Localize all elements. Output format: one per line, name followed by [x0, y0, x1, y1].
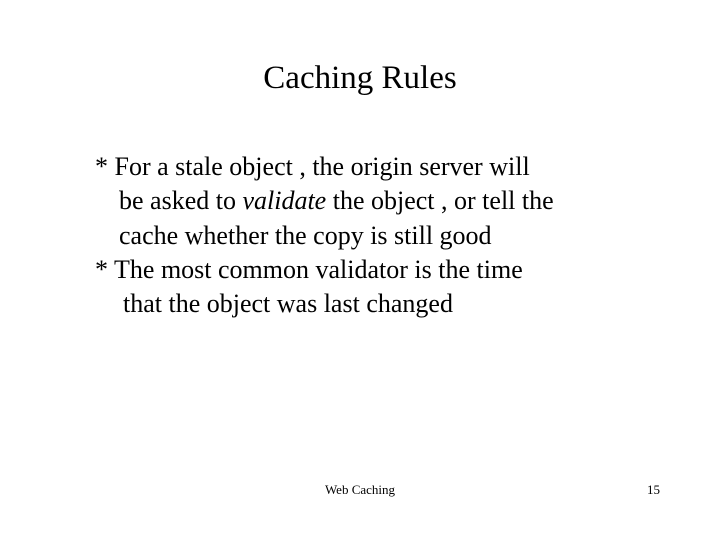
text-fragment: the object , or tell the [326, 186, 553, 215]
bullet-1-line-2: be asked to validate the object , or tel… [119, 184, 635, 218]
slide: Caching Rules * For a stale object , the… [0, 0, 720, 540]
page-number: 15 [647, 482, 660, 498]
bullet-2-line-2: that the object was last changed [123, 287, 635, 321]
bullet-2-line-1: * The most common validator is the time [95, 253, 635, 287]
slide-title: Caching Rules [0, 60, 720, 97]
bullet-1-line-3: cache whether the copy is still good [119, 219, 635, 253]
text-fragment: be asked to [119, 186, 242, 215]
bullet-1-line-1: * For a stale object , the origin server… [95, 150, 635, 184]
italic-word-validate: validate [242, 186, 326, 215]
footer-label: Web Caching [0, 482, 720, 498]
slide-body: * For a stale object , the origin server… [95, 150, 635, 322]
